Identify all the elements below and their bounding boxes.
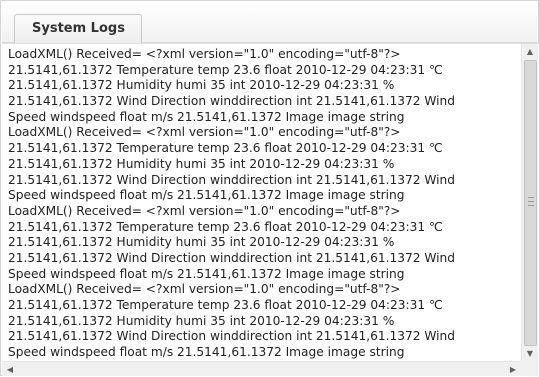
tab-bar: System Logs xyxy=(2,2,537,44)
grip-icon xyxy=(528,197,534,206)
log-line: 21.5141,61.1372 Humidity humi 35 int 201… xyxy=(8,313,395,328)
system-logs-panel: System Logs LoadXML() Received= <?xml ve… xyxy=(0,0,539,376)
log-line: 21.5141,61.1372 Humidity humi 35 int 201… xyxy=(8,235,395,250)
log-line: Speed windspeed float m/s 21.5141,61.137… xyxy=(8,188,405,203)
scroll-up-icon[interactable]: ▲ xyxy=(522,44,538,60)
log-line: 21.5141,61.1372 Wind Direction winddirec… xyxy=(8,250,456,265)
log-line: 21.5141,61.1372 Temperature temp 23.6 fl… xyxy=(8,219,443,234)
log-line: Speed windspeed float m/s 21.5141,61.137… xyxy=(8,266,405,281)
scroll-down-icon[interactable]: ▼ xyxy=(522,346,538,362)
log-line: 21.5141,61.1372 Temperature temp 23.6 fl… xyxy=(8,298,443,312)
log-line: 21.5141,61.1372 Wind Direction winddirec… xyxy=(8,172,456,187)
log-text-area[interactable]: LoadXML() Received= <?xml version="1.0" … xyxy=(8,47,516,364)
log-line: LoadXML() Received= <?xml version="1.0" … xyxy=(8,125,401,140)
log-line: 21.5141,61.1372 Wind Direction winddirec… xyxy=(8,329,456,344)
horizontal-scrollbar[interactable]: ◀ ▶ xyxy=(2,361,521,376)
tab-system-logs[interactable]: System Logs xyxy=(14,14,142,44)
log-line: 21.5141,61.1372 Humidity humi 35 int 201… xyxy=(8,78,395,93)
scroll-right-icon[interactable]: ▶ xyxy=(505,362,521,377)
log-line: 21.5141,61.1372 Temperature temp 23.6 fl… xyxy=(8,141,443,156)
log-line: 21.5141,61.1372 Wind Direction winddirec… xyxy=(8,94,456,109)
scroll-left-icon[interactable]: ◀ xyxy=(2,362,18,377)
scrollbar-corner xyxy=(521,361,538,376)
log-line: Speed windspeed float m/s 21.5141,61.137… xyxy=(8,109,405,124)
log-line: LoadXML() Received= <?xml version="1.0" … xyxy=(8,47,401,61)
log-line: 21.5141,61.1372 Humidity humi 35 int 201… xyxy=(8,156,395,171)
log-viewer[interactable]: LoadXML() Received= <?xml version="1.0" … xyxy=(2,43,539,376)
vertical-scroll-thumb[interactable] xyxy=(524,60,537,346)
vertical-scrollbar[interactable]: ▲ ▼ xyxy=(521,44,538,362)
log-line: LoadXML() Received= <?xml version="1.0" … xyxy=(8,282,401,297)
log-line: LoadXML() Received= <?xml version="1.0" … xyxy=(8,203,401,218)
log-line: 21.5141,61.1372 Temperature temp 23.6 fl… xyxy=(8,62,443,77)
log-line: Speed windspeed float m/s 21.5141,61.137… xyxy=(8,345,405,360)
